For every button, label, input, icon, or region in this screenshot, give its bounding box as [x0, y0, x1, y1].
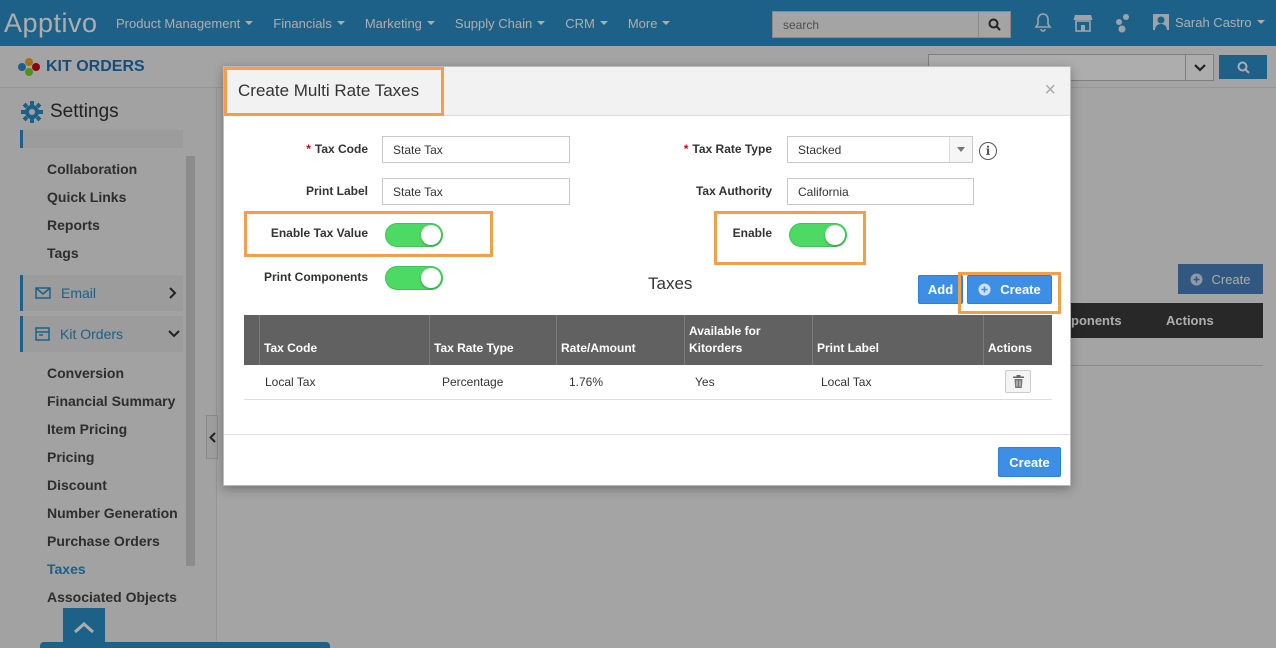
delete-row-button[interactable]: [1005, 370, 1031, 393]
highlight-box-title: [224, 67, 444, 116]
dialog-footer-divider: [224, 434, 1070, 435]
create-tax-component-button[interactable]: Create: [967, 275, 1052, 304]
toggle-knob: [421, 268, 441, 288]
cell-tax-rate-type: Percentage: [442, 375, 504, 389]
column-divider: [556, 315, 557, 365]
taxes-section-title: Taxes: [648, 274, 693, 293]
enable-toggle[interactable]: [789, 223, 847, 247]
print-components-toggle[interactable]: [385, 266, 443, 290]
taxes-table-header: Tax Code Tax Rate Type Rate/Amount Avail…: [244, 315, 1052, 365]
tax-authority-field[interactable]: California: [787, 178, 974, 205]
trash-icon: [1012, 375, 1024, 388]
column-header-actions: Actions: [988, 341, 1033, 355]
cell-available: Yes: [695, 375, 715, 389]
tax-rate-type-label: * Tax Rate Type: [664, 142, 772, 156]
enable-tax-value-label: Enable Tax Value: [270, 226, 368, 240]
tax-code-label: * Tax Code: [274, 142, 368, 156]
print-components-label: Print Components: [264, 270, 368, 284]
info-icon[interactable]: i: [979, 142, 997, 160]
enable-label: Enable: [732, 226, 772, 240]
select-arrow[interactable]: [949, 137, 972, 162]
label-text: Tax Rate Type: [692, 142, 772, 156]
column-divider: [812, 315, 813, 365]
column-divider: [684, 315, 685, 365]
column-header-available-line2: Kitorders: [689, 341, 743, 355]
column-header-available-line1: Available for: [689, 324, 761, 338]
enable-tax-value-toggle[interactable]: [385, 223, 443, 247]
column-divider: [983, 315, 984, 365]
toggle-knob: [825, 225, 845, 245]
column-divider: [429, 315, 430, 365]
print-label-field[interactable]: State Tax: [382, 178, 570, 205]
create-multi-rate-taxes-dialog: Create Multi Rate Taxes × * Tax Code Stat…: [223, 66, 1071, 486]
cell-tax-code: Local Tax: [265, 375, 316, 389]
required-marker: *: [306, 142, 311, 156]
plus-circle-icon: [978, 283, 991, 296]
table-row-divider: [244, 399, 1052, 400]
caret-down-icon: [957, 147, 965, 152]
toggle-knob: [421, 225, 441, 245]
add-button[interactable]: Add: [918, 275, 963, 304]
column-header-tax-code: Tax Code: [264, 341, 318, 355]
button-label: Create: [1000, 282, 1041, 297]
close-button[interactable]: ×: [1044, 79, 1056, 102]
tax-code-field[interactable]: State Tax: [382, 136, 570, 163]
select-value: Stacked: [798, 142, 842, 157]
tax-rate-type-select[interactable]: Stacked: [787, 136, 973, 163]
print-label-label: Print Label: [305, 184, 368, 198]
cell-print-label: Local Tax: [821, 375, 872, 389]
dialog-create-button[interactable]: Create: [998, 447, 1061, 477]
column-header-tax-rate-type: Tax Rate Type: [434, 341, 514, 355]
column-header-rate-amount: Rate/Amount: [561, 341, 636, 355]
label-text: Tax Code: [314, 142, 368, 156]
cell-rate-amount: 1.76%: [569, 375, 604, 389]
tax-authority-label: Tax Authority: [695, 184, 772, 198]
column-divider: [259, 315, 260, 365]
column-header-print-label: Print Label: [817, 341, 880, 355]
required-marker: *: [683, 142, 689, 156]
